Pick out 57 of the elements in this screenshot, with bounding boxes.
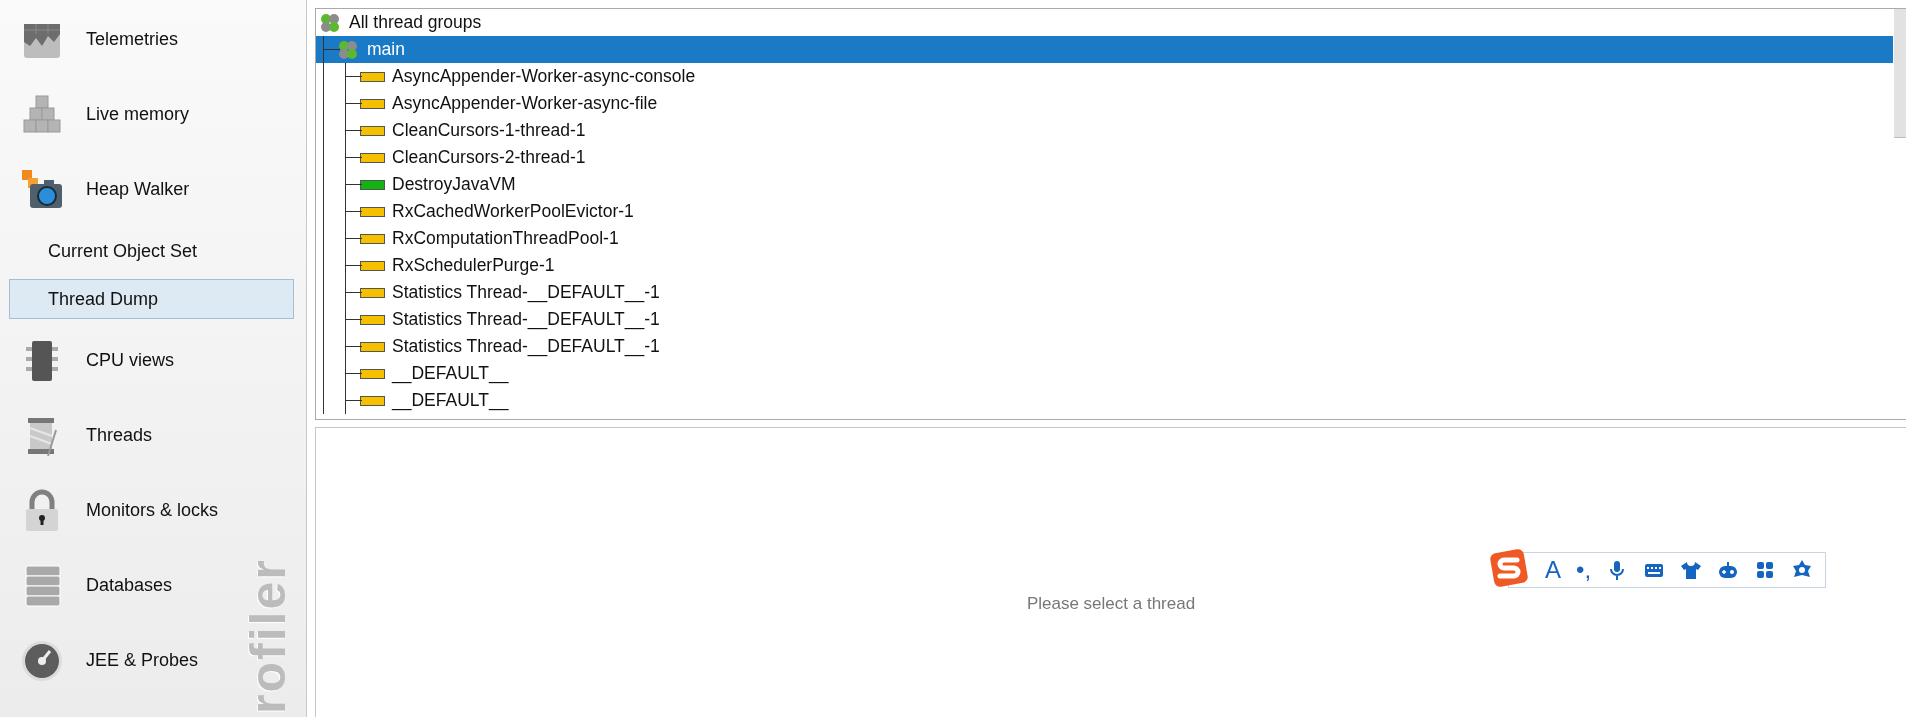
- sidebar-label: Live memory: [86, 104, 190, 125]
- sidebar-item[interactable]: CPU views: [0, 323, 182, 398]
- letter-mode-key[interactable]: A: [1545, 558, 1561, 582]
- sidebar-label: Telemetries: [86, 29, 179, 50]
- tree-label: DestroyJavaVM: [392, 173, 516, 196]
- sidebar-label: Databases: [86, 575, 173, 596]
- tree-label: main: [367, 38, 405, 61]
- tree-row[interactable]: AsyncAppender-Worker-async-file: [316, 90, 1893, 117]
- sidebar-item[interactable]: Telemetries: [0, 2, 187, 77]
- scrollbar[interactable]: [1894, 9, 1906, 138]
- sidebar-subitem[interactable]: Thread Dump: [9, 279, 294, 319]
- tree-label: __DEFAULT__: [392, 389, 509, 413]
- tree-row[interactable]: main: [316, 36, 1893, 63]
- thread-group-icon: [338, 39, 358, 60]
- sidebar-item[interactable]: JEE & Probes: [0, 623, 207, 698]
- thread-group-icon: [320, 12, 340, 33]
- tree-row[interactable]: __DEFAULT__: [316, 387, 1893, 414]
- sidebar-item[interactable]: Threads: [0, 398, 161, 473]
- tree-row[interactable]: CleanCursors-1-thread-1: [316, 117, 1893, 144]
- punctuation-key[interactable]: •,: [1576, 558, 1592, 582]
- tree-label: Statistics Thread-__DEFAULT__-1: [392, 308, 660, 332]
- tree-label: CleanCursors-1-thread-1: [392, 119, 586, 142]
- tree-row[interactable]: Statistics Thread-__DEFAULT__-1: [316, 279, 1893, 306]
- tree-label: Statistics Thread-__DEFAULT__-1: [392, 335, 660, 359]
- tree-label: RxCachedWorkerPoolEvictor-1: [392, 200, 634, 223]
- empty-message: Please select a thread: [1026, 593, 1196, 614]
- sidebar-label: Threads: [86, 425, 153, 446]
- tree-label: RxSchedulerPurge-1: [392, 254, 555, 277]
- tree-row[interactable]: Statistics Thread-__DEFAULT__-1: [316, 306, 1893, 333]
- sidebar-item[interactable]: Monitors & locks: [0, 473, 227, 548]
- sidebar-subitem[interactable]: Current Object Set: [9, 231, 294, 271]
- sidebar-label: CPU views: [86, 350, 174, 371]
- tree-row[interactable]: CleanCursors-2-thread-1: [316, 144, 1893, 171]
- tree-row[interactable]: RxSchedulerPurge-1: [316, 252, 1893, 279]
- tree-label: All thread groups: [349, 11, 482, 34]
- tree-row[interactable]: DestroyJavaVM: [316, 171, 1893, 198]
- tree-row[interactable]: __DEFAULT__: [316, 360, 1893, 387]
- tree-row[interactable]: RxCachedWorkerPoolEvictor-1: [316, 198, 1893, 225]
- gamepad-icon[interactable]: [1717, 559, 1740, 581]
- tree-label: Statistics Thread-__DEFAULT__-1: [392, 281, 660, 305]
- tree-label: AsyncAppender-Worker-async-console: [392, 65, 696, 88]
- tree-label: AsyncAppender-Worker-async-file: [392, 92, 658, 115]
- sidebar-label: JEE & Probes: [86, 650, 199, 671]
- sidebar-item[interactable]: Heap Walker: [0, 152, 198, 227]
- sidebar-label: Heap Walker: [86, 179, 190, 200]
- tree-label: __DEFAULT__: [392, 362, 509, 386]
- shirt-icon[interactable]: [1680, 559, 1703, 581]
- tree-row[interactable]: Statistics Thread-__DEFAULT__-1: [316, 333, 1893, 360]
- tree-row[interactable]: AsyncAppender-Worker-async-console: [316, 63, 1893, 90]
- gauge-icon: [20, 638, 64, 683]
- tree-label: CleanCursors-2-thread-1: [392, 146, 586, 169]
- sidebar-item[interactable]: Databases: [0, 548, 181, 623]
- tree-label: RxComputationThreadPool-1: [392, 227, 619, 250]
- tree-row[interactable]: RxComputationThreadPool-1: [316, 225, 1893, 252]
- sidebar-item[interactable]: Live memory: [0, 77, 198, 152]
- sidebar-label: Monitors & locks: [86, 500, 219, 521]
- tree-row[interactable]: All thread groups: [316, 9, 1893, 36]
